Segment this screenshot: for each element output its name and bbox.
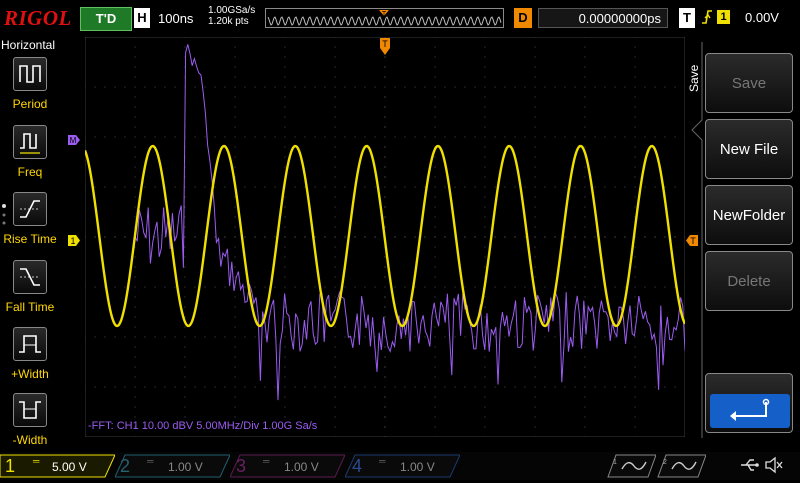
ch4-number: 4 <box>352 456 363 476</box>
freq-label: Freq <box>17 165 43 179</box>
enter-return-icon <box>730 398 770 421</box>
save-button[interactable]: Save <box>705 53 793 113</box>
ch2-coupling-icon: ═ <box>147 456 154 466</box>
negative-width-icon[interactable] <box>13 393 47 427</box>
rise-time-label: Rise Time <box>3 232 57 246</box>
period-label: Period <box>12 97 48 111</box>
graticule <box>83 36 687 438</box>
svg-text:2: 2 <box>663 459 667 466</box>
rise-time-icon[interactable] <box>13 192 47 226</box>
timebase-value[interactable]: 100ns <box>158 11 193 26</box>
delay-value[interactable]: 0.00000000ps <box>538 8 668 28</box>
svg-text:M: M <box>70 136 77 145</box>
ch1-scale: 5.00 V <box>52 460 87 474</box>
ch2-number: 2 <box>120 456 131 476</box>
waveform-gen-2-icon[interactable]: 2 <box>654 452 707 483</box>
speaker-mute-icon[interactable] <box>764 456 784 479</box>
svg-text:T: T <box>382 39 388 49</box>
trigger-source-badge: 1 <box>717 10 730 24</box>
usb-icon <box>740 458 760 477</box>
ch4-scale: 1.00 V <box>400 460 435 474</box>
frequency-measure-icon[interactable] <box>13 125 47 159</box>
trigger-position-top-marker[interactable]: T <box>380 38 390 61</box>
horizontal-label: H <box>134 8 150 28</box>
acquisition-info: 1.00GSa/s 1.20k pts <box>208 5 255 27</box>
trigger-label: T <box>679 8 695 28</box>
new-file-button[interactable]: New File <box>705 119 793 179</box>
sample-rate: 1.00GSa/s <box>208 5 256 16</box>
svg-text:1: 1 <box>70 236 75 246</box>
ch1-coupling-icon: ═ <box>33 456 40 466</box>
ch3-coupling-icon: ═ <box>263 456 270 466</box>
waveform-overview-strip: T <box>265 8 504 28</box>
ch1-offset-marker[interactable]: 1 <box>68 233 80 251</box>
measure-menu-title: Horizontal <box>1 38 56 52</box>
run-status-button[interactable]: T'D <box>80 7 132 31</box>
ch2-scale: 1.00 V <box>168 460 203 474</box>
delete-button[interactable]: Delete <box>705 251 793 311</box>
trigger-position-letter: T <box>382 11 387 18</box>
ch3-scale: 1.00 V <box>284 460 319 474</box>
fall-time-label: Fall Time <box>5 300 55 314</box>
fall-time-icon[interactable] <box>13 260 47 294</box>
delay-label: D <box>514 8 532 28</box>
fft-info-label: -FFT: CH1 10.00 dBV 5.00MHz/Div 1.00G Sa… <box>88 420 318 432</box>
measure-freq-item[interactable]: Freq <box>0 125 60 179</box>
pos-width-label: +Width <box>11 367 49 381</box>
ch4-coupling-icon: ═ <box>379 456 386 466</box>
positive-width-icon[interactable] <box>13 327 47 361</box>
waveform-gen-1-icon[interactable]: 1 <box>604 452 657 483</box>
ch1-number: 1 <box>5 456 16 476</box>
measure-period-item[interactable]: Period <box>0 57 60 111</box>
svg-text:1: 1 <box>613 459 617 466</box>
math-offset-marker[interactable]: M <box>68 132 80 150</box>
rising-edge-icon <box>700 9 714 30</box>
trigger-level-value[interactable]: 0.00V <box>745 10 779 25</box>
waveform-display[interactable] <box>83 36 687 438</box>
new-folder-button[interactable]: NewFolder <box>705 185 793 245</box>
measure-neg-width-item[interactable]: -Width <box>0 393 60 447</box>
period-measure-icon[interactable] <box>13 57 47 91</box>
right-menu-bracket <box>690 40 704 440</box>
memory-depth: 1.20k pts <box>208 16 249 27</box>
measure-pos-width-item[interactable]: +Width <box>0 327 60 381</box>
brand-logo: RIGOL <box>4 6 72 30</box>
neg-width-label: -Width <box>12 433 48 447</box>
ch3-number: 3 <box>236 456 247 476</box>
enter-button-highlight <box>710 394 790 428</box>
measure-fall-time-item[interactable]: Fall Time <box>0 260 60 314</box>
measure-rise-time-item[interactable]: Rise Time <box>0 192 60 246</box>
overview-waveform: T <box>267 10 502 26</box>
enter-button[interactable] <box>705 373 793 433</box>
